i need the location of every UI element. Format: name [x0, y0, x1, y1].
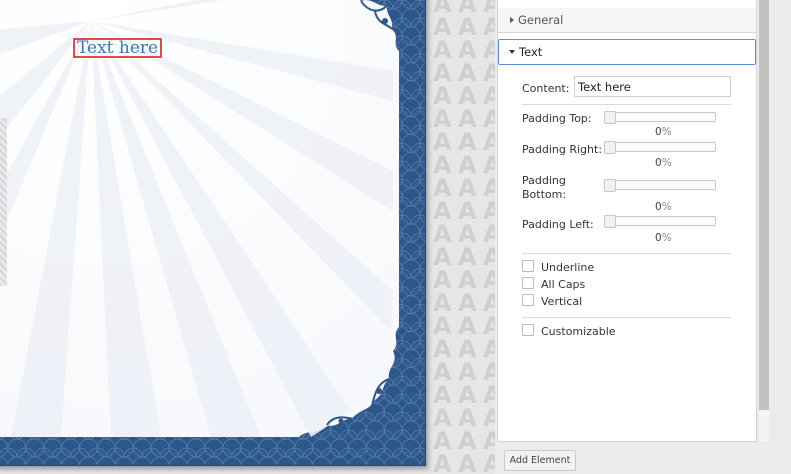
- padding-right-slider-handle[interactable]: [604, 141, 616, 154]
- padding-top-value: 0%: [655, 126, 672, 138]
- underline-checkbox[interactable]: [522, 260, 534, 272]
- section-text-header[interactable]: Text: [498, 39, 756, 65]
- padding-left-value: 0%: [655, 232, 672, 244]
- vertical-checkbox[interactable]: [522, 294, 534, 306]
- padding-bottom-label-line2: Bottom:: [522, 188, 567, 201]
- certificate-paper: [0, 0, 399, 437]
- certificate-template: [0, 0, 426, 466]
- properties-column: General Text Content: Padding Top: 0% Pa…: [495, 0, 791, 474]
- customizable-label[interactable]: Customizable: [541, 325, 616, 338]
- padding-bottom-label-line1: Padding: [522, 174, 566, 187]
- padding-top-slider-handle[interactable]: [604, 111, 616, 124]
- all-caps-checkbox[interactable]: [522, 277, 534, 289]
- vertical-label[interactable]: Vertical: [541, 295, 582, 308]
- padding-top-label: Padding Top:: [522, 112, 592, 125]
- padding-bottom-slider[interactable]: [604, 179, 716, 192]
- properties-panel: General Text Content: Padding Top: 0% Pa…: [497, 0, 757, 442]
- padding-right-slider[interactable]: [604, 141, 716, 154]
- add-element-button[interactable]: Add Element: [504, 450, 576, 471]
- padding-left-slider-handle[interactable]: [604, 215, 616, 228]
- all-caps-label[interactable]: All Caps: [541, 278, 585, 291]
- content-input[interactable]: [574, 76, 731, 97]
- background-letter: A: [458, 450, 477, 474]
- design-canvas[interactable]: AAAAAAAAAAAAAAAAAAAAAAAAAAAAAAAAAAAAAAAA…: [0, 0, 495, 474]
- selected-text-element[interactable]: Text here: [71, 37, 164, 59]
- canvas-background-pattern: AAAAAAAAAAAAAAAAAAAAAAAAAAAAAAAAAAAAAAAA…: [425, 0, 495, 474]
- caret-down-icon: [509, 50, 515, 54]
- background-letter: A: [483, 450, 495, 474]
- section-general-label: General: [518, 13, 564, 27]
- divider: [522, 104, 731, 105]
- divider: [522, 253, 731, 254]
- panel-scrollbar-thumb[interactable]: [759, 0, 769, 410]
- adjacent-element-stripe: [0, 118, 7, 286]
- padding-left-label: Padding Left:: [522, 218, 594, 231]
- padding-left-slider[interactable]: [604, 215, 716, 228]
- padding-right-value: 0%: [655, 157, 672, 169]
- underline-label[interactable]: Underline: [541, 261, 594, 274]
- content-label: Content:: [522, 82, 570, 95]
- customizable-checkbox[interactable]: [522, 324, 534, 336]
- padding-bottom-slider-handle[interactable]: [604, 179, 616, 192]
- padding-right-label: Padding Right:: [522, 143, 603, 156]
- padding-bottom-value: 0%: [655, 201, 672, 213]
- section-general-header[interactable]: General: [498, 8, 756, 33]
- section-text-label: Text: [519, 45, 543, 59]
- padding-top-slider[interactable]: [604, 111, 716, 124]
- caret-right-icon: [510, 17, 514, 23]
- certificate-inner-panel: [0, 0, 407, 441]
- background-letter: A: [433, 450, 452, 474]
- divider: [522, 317, 731, 318]
- panel-scrollbar-track[interactable]: [759, 410, 769, 442]
